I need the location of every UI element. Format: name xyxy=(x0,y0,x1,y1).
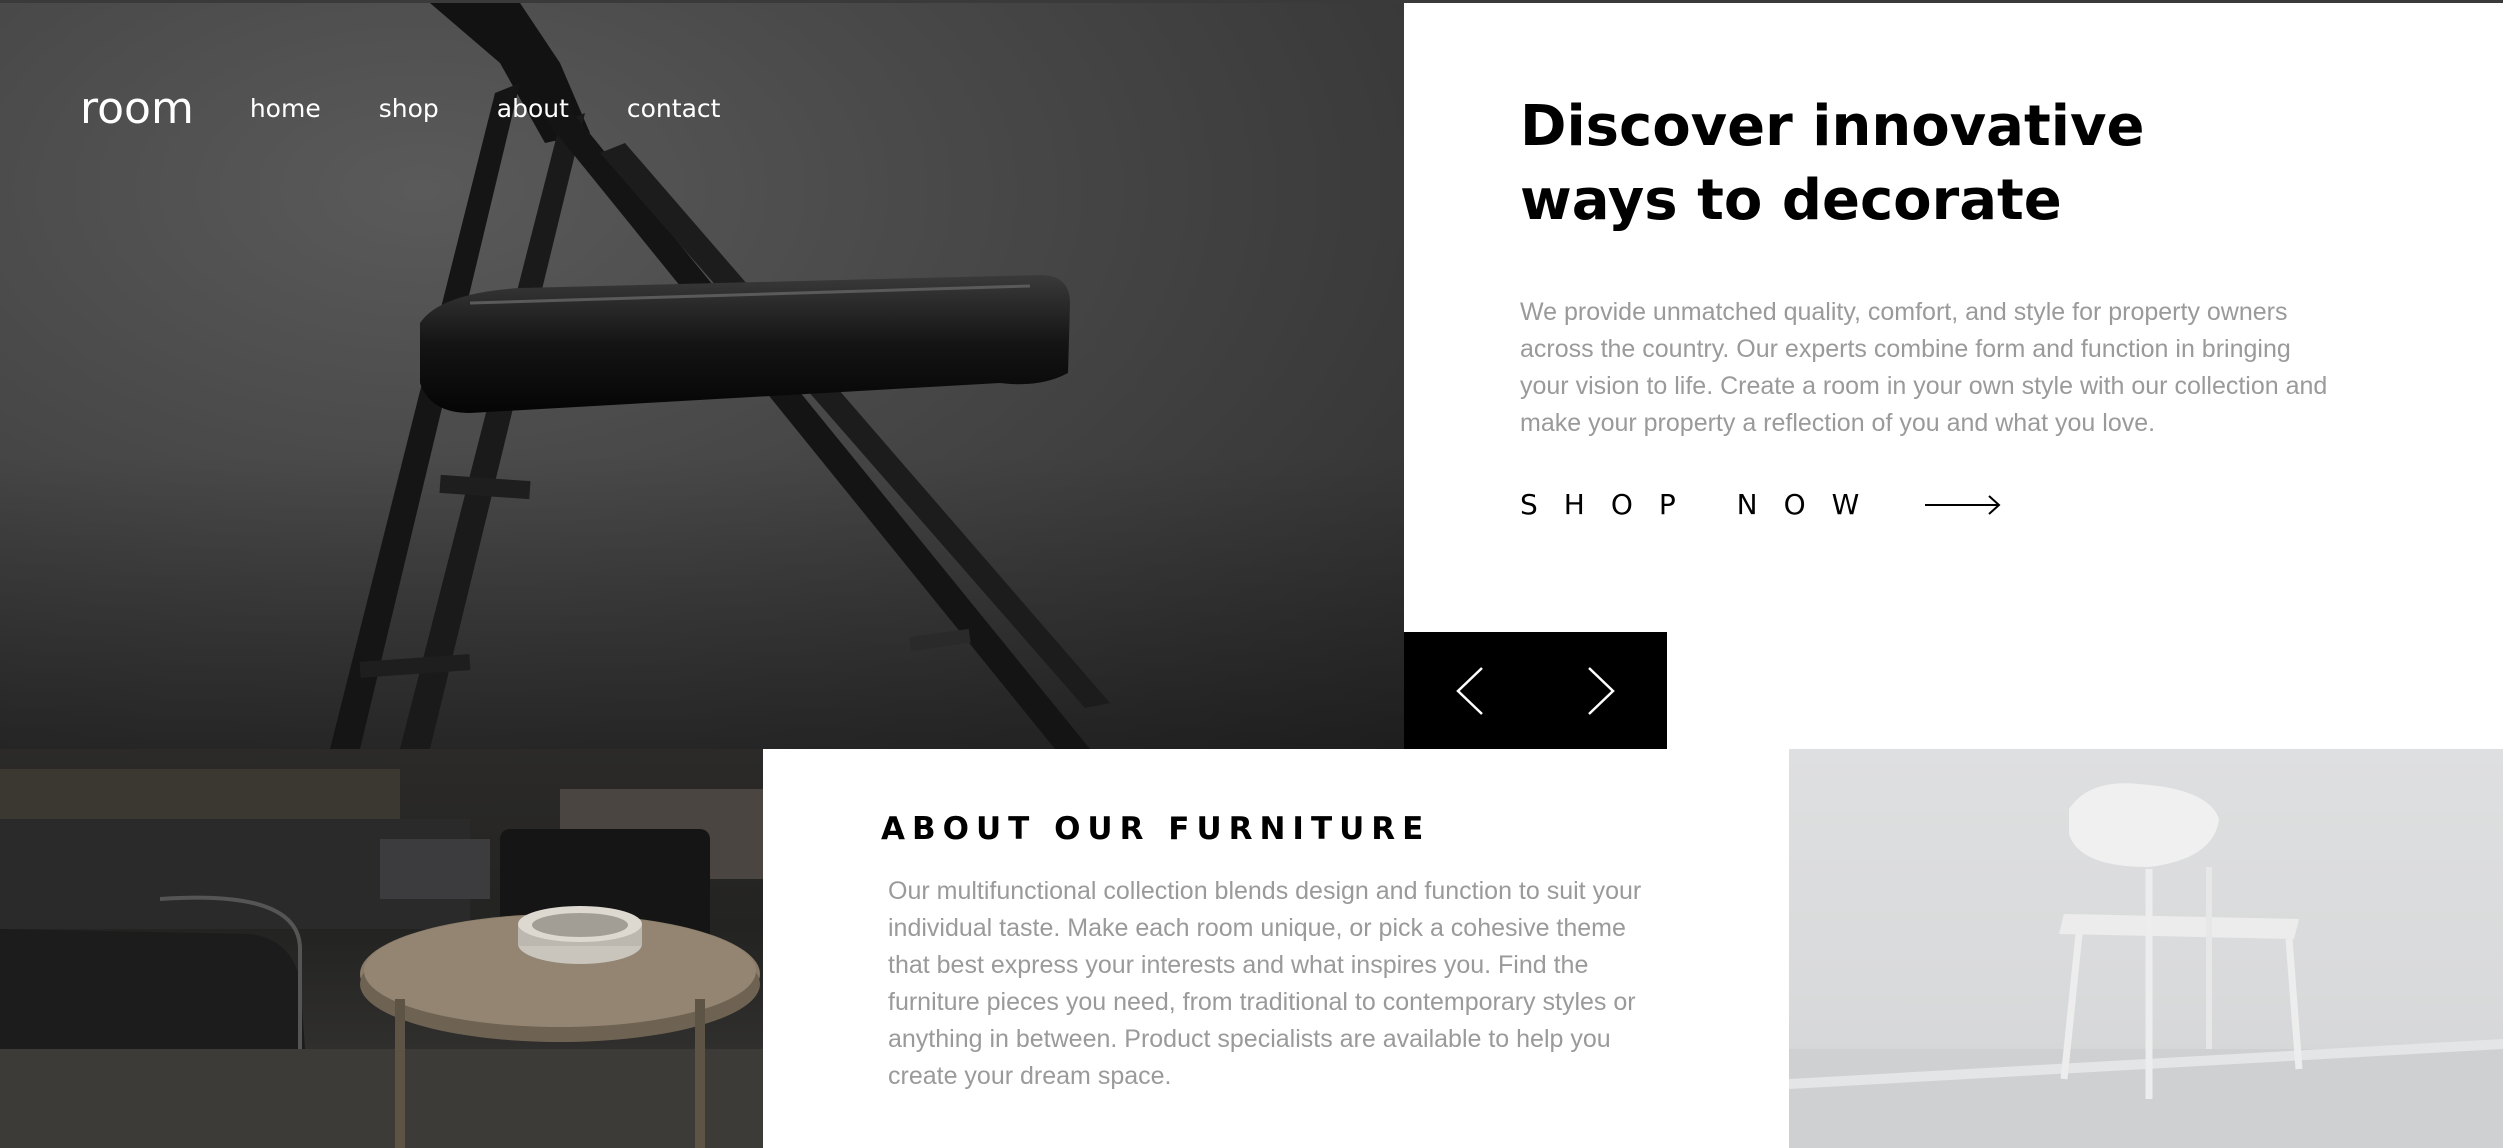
chevron-right-icon xyxy=(1588,666,1616,715)
about-image-white-chair xyxy=(1789,749,2503,1148)
hero-title-line1: Discover innovative xyxy=(1520,94,2145,159)
hero-description: We provide unmatched quality, comfort, a… xyxy=(1520,298,2328,437)
nav-link-contact[interactable]: contact xyxy=(627,94,721,123)
white-chair-illustration xyxy=(1789,783,2503,1148)
main-nav: room home shop about contact xyxy=(80,83,778,134)
hero-title-line2: ways to decorate xyxy=(1520,168,2062,233)
arrow-right-icon xyxy=(1925,494,2001,515)
slider-next-button[interactable] xyxy=(1536,632,1668,749)
hero-content: Discover innovative ways to decorate We … xyxy=(1520,90,2340,521)
about-section: ABOUT OUR FURNITURE Our multifunctional … xyxy=(763,749,1789,1148)
living-room-illustration xyxy=(0,769,763,1148)
slider-controls xyxy=(1404,632,1667,749)
shop-now-label: SHOP NOW xyxy=(1520,488,1886,521)
about-title: ABOUT OUR FURNITURE xyxy=(881,811,1431,847)
chevron-left-icon xyxy=(1455,666,1483,715)
about-image-dark-living-room xyxy=(0,749,763,1148)
shop-now-button[interactable]: SHOP NOW xyxy=(1520,488,2340,521)
nav-link-about[interactable]: about xyxy=(497,94,569,123)
hero-title: Discover innovative ways to decorate xyxy=(1520,90,2180,238)
slider-prev-button[interactable] xyxy=(1404,632,1536,749)
hero-image-dark-chair: room home shop about contact xyxy=(0,3,1404,749)
nav-link-home[interactable]: home xyxy=(250,94,321,123)
logo[interactable]: room xyxy=(80,83,194,134)
nav-link-shop[interactable]: shop xyxy=(379,94,439,123)
about-description: Our multifunctional collection blends de… xyxy=(888,877,1642,1090)
